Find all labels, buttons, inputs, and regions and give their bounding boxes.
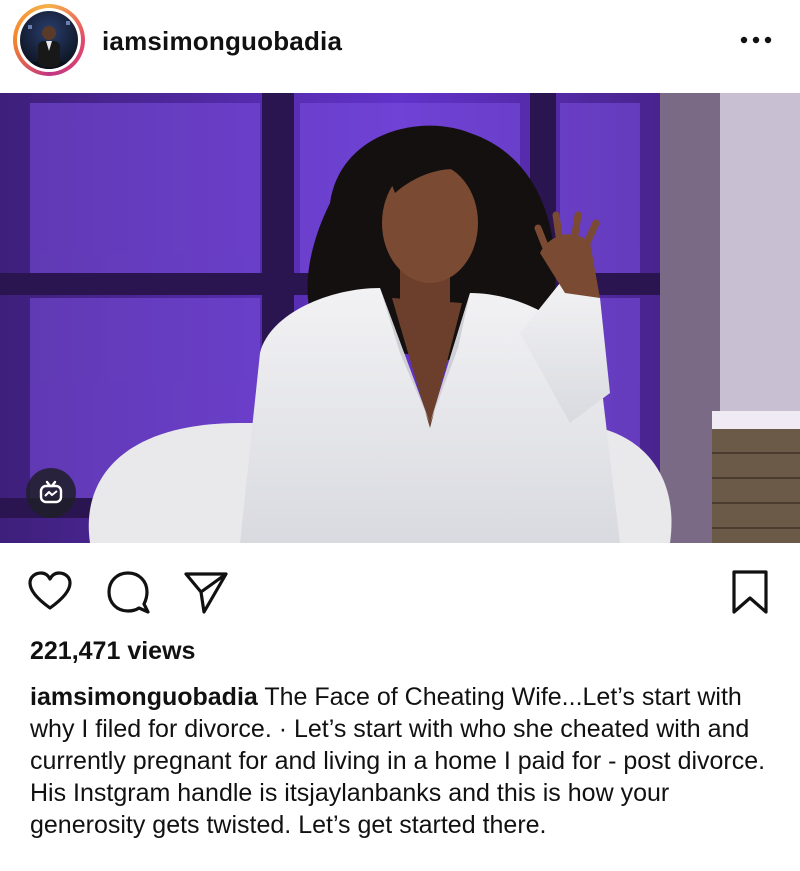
comment-icon[interactable] xyxy=(104,568,152,616)
igtv-icon xyxy=(26,468,76,518)
avatar[interactable] xyxy=(13,4,85,76)
caption-username[interactable]: iamsimonguobadia xyxy=(30,683,258,711)
post-actions xyxy=(0,556,800,628)
share-icon[interactable] xyxy=(182,568,230,616)
post-header: iamsimonguobadia xyxy=(0,0,800,90)
view-count: 221,471 views xyxy=(30,637,196,665)
bookmark-icon[interactable] xyxy=(726,568,774,616)
more-options-icon[interactable] xyxy=(738,26,774,54)
heart-icon[interactable] xyxy=(26,568,74,616)
post-username[interactable]: iamsimonguobadia xyxy=(102,26,342,57)
post-video[interactable] xyxy=(0,93,800,543)
avatar-image xyxy=(20,11,78,69)
post-caption: iamsimonguobadia The Face of Cheating Wi… xyxy=(30,681,780,841)
